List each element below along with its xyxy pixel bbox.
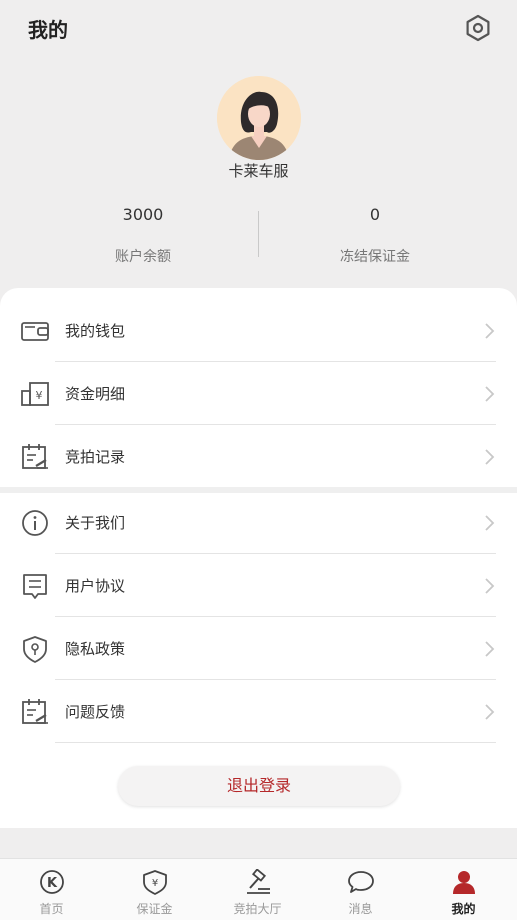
logout-button[interactable]: 退出登录 <box>118 766 400 806</box>
menu-item-auction-record[interactable]: 竞拍记录 <box>0 426 517 488</box>
frozen-deposit-label: 冻结保证金 <box>340 249 410 265</box>
chevron-right-icon <box>485 386 495 402</box>
svg-text:¥: ¥ <box>152 878 158 889</box>
menu-item-funds-detail[interactable]: ¥ 资金明细 <box>0 363 517 425</box>
svg-text:¥: ¥ <box>36 389 43 402</box>
home-k-icon: K <box>40 870 64 894</box>
stat-frozen-deposit[interactable]: 0 冻结保证金 <box>246 205 504 275</box>
tab-messages[interactable]: 消息 <box>309 859 412 920</box>
menu-label: 问题反馈 <box>65 703 126 721</box>
divider <box>55 616 496 617</box>
menu-item-feedback[interactable]: 问题反馈 <box>0 681 517 743</box>
divider <box>55 742 496 743</box>
chevron-right-icon <box>485 449 495 465</box>
privacy-shield-icon <box>23 636 47 663</box>
auction-record-icon <box>22 444 48 469</box>
tab-label: 消息 <box>348 902 373 916</box>
funds-detail-icon: ¥ <box>21 382 49 406</box>
bottom-spacer <box>0 828 517 858</box>
user-icon <box>453 871 475 894</box>
tab-mine[interactable]: 我的 <box>412 859 515 920</box>
username: 卡莱车服 <box>228 162 289 180</box>
menu-item-user-agreement[interactable]: 用户协议 <box>0 555 517 617</box>
tab-bar: K 首页 ¥ 保证金 竞拍大厅 消息 我的 <box>0 858 517 920</box>
chevron-right-icon <box>485 704 495 720</box>
balance-value: 3000 <box>122 205 164 224</box>
chevron-right-icon <box>485 515 495 531</box>
tab-home[interactable]: K 首页 <box>0 859 103 920</box>
settings-icon[interactable] <box>464 14 492 42</box>
stat-balance[interactable]: 3000 账户余额 <box>14 205 272 275</box>
gavel-icon <box>247 869 270 894</box>
tab-label: 保证金 <box>136 902 173 916</box>
wallet-icon <box>21 322 49 341</box>
tab-deposit[interactable]: ¥ 保证金 <box>103 859 206 920</box>
menu-label: 用户协议 <box>65 577 126 595</box>
svg-text:K: K <box>47 876 58 891</box>
agreement-icon <box>23 574 47 599</box>
menu-label: 隐私政策 <box>65 640 126 658</box>
menu-label: 我的钱包 <box>65 322 126 340</box>
frozen-deposit-value: 0 <box>369 205 381 224</box>
tab-label: 首页 <box>39 902 64 916</box>
balance-label: 账户余额 <box>115 249 171 265</box>
header: 我的 <box>0 0 517 60</box>
info-icon <box>22 510 48 536</box>
avatar[interactable] <box>217 76 301 160</box>
chevron-right-icon <box>485 641 495 657</box>
tab-label: 竞拍大厅 <box>233 902 282 916</box>
divider <box>55 679 496 680</box>
menu-label: 资金明细 <box>65 385 126 403</box>
tab-auction-hall[interactable]: 竞拍大厅 <box>206 859 309 920</box>
page-title: 我的 <box>28 18 68 42</box>
menu-label: 竞拍记录 <box>65 448 126 466</box>
deposit-shield-icon: ¥ <box>143 870 167 895</box>
divider <box>55 553 496 554</box>
chevron-right-icon <box>485 323 495 339</box>
divider <box>55 361 496 362</box>
menu-item-privacy-policy[interactable]: 隐私政策 <box>0 618 517 680</box>
female-avatar-icon <box>217 76 301 160</box>
menu-item-about-us[interactable]: 关于我们 <box>0 492 517 554</box>
chevron-right-icon <box>485 578 495 594</box>
menu-label: 关于我们 <box>65 514 126 532</box>
tab-label: 我的 <box>451 902 476 916</box>
message-bubble-icon <box>348 871 374 893</box>
divider <box>55 424 496 425</box>
feedback-icon <box>22 699 48 724</box>
menu-item-wallet[interactable]: 我的钱包 <box>0 300 517 362</box>
